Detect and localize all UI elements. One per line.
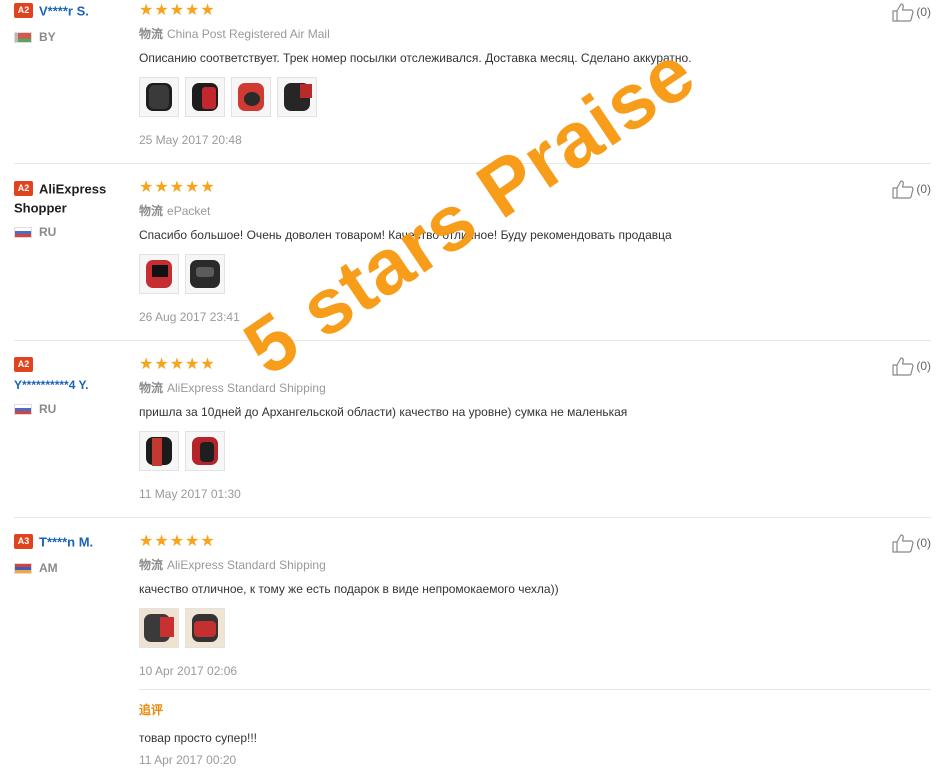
star-icon: ★ — [185, 356, 200, 373]
review-date: 10 Apr 2017 02:06 — [139, 664, 238, 678]
buyer-level-badge: A3 — [14, 534, 33, 550]
star-icon: ★ — [154, 533, 169, 550]
country-code: RU — [39, 225, 57, 239]
shipping-label: 物流 — [139, 27, 164, 41]
divider — [14, 163, 931, 164]
helpful-count: (0) — [916, 182, 931, 196]
star-icon: ★ — [200, 2, 215, 19]
shipping-label: 物流 — [139, 381, 164, 395]
star-icon: ★ — [200, 356, 215, 373]
star-rating: ★ ★ ★ ★ ★ — [139, 180, 215, 196]
review-text: Спасибо большое! Очень доволен товаром! … — [139, 228, 672, 242]
followup-label: 追评 — [139, 703, 164, 717]
star-rating: ★ ★ ★ ★ ★ — [139, 3, 215, 19]
buyer-country: BY — [14, 30, 56, 44]
shipping-method: ePacket — [167, 204, 211, 218]
review-date: 25 May 2017 20:48 — [139, 133, 242, 147]
star-icon: ★ — [169, 179, 185, 196]
helpful-count: (0) — [916, 359, 931, 373]
followup-date: 11 Apr 2017 00:20 — [139, 753, 237, 767]
review-photo[interactable] — [231, 77, 271, 117]
review-photo[interactable] — [139, 77, 179, 117]
thumbs-up-icon — [892, 533, 914, 553]
review-photo[interactable] — [277, 77, 317, 117]
shipping-info: 物流 China Post Registered Air Mail — [139, 25, 330, 42]
review-text: пришла за 10дней до Архангельской област… — [139, 405, 628, 419]
shipping-method: AliExpress Standard Shipping — [167, 558, 326, 572]
star-icon: ★ — [169, 2, 185, 19]
star-icon: ★ — [154, 2, 169, 19]
shipping-info: 物流 AliExpress Standard Shipping — [139, 379, 326, 396]
review-photo[interactable] — [185, 254, 225, 294]
thumbs-up-icon — [892, 356, 914, 376]
star-icon: ★ — [154, 356, 169, 373]
shipping-method: China Post Registered Air Mail — [167, 27, 330, 41]
star-icon: ★ — [154, 179, 169, 196]
review-photos — [139, 608, 225, 648]
star-icon: ★ — [185, 533, 200, 550]
star-icon: ★ — [200, 533, 215, 550]
review-photo[interactable] — [139, 608, 179, 648]
helpful-button[interactable]: (0) — [892, 356, 931, 376]
country-code: RU — [39, 402, 57, 416]
divider — [14, 340, 931, 341]
review-text: Описанию соответствует. Трек номер посыл… — [139, 51, 692, 65]
star-icon: ★ — [139, 356, 154, 373]
review-photos — [139, 431, 225, 471]
review-photo[interactable] — [185, 431, 225, 471]
helpful-count: (0) — [916, 536, 931, 550]
star-rating: ★ ★ ★ ★ ★ — [139, 534, 215, 550]
buyer-country: AM — [14, 561, 58, 575]
shipping-method: AliExpress Standard Shipping — [167, 381, 326, 395]
country-code: BY — [39, 30, 56, 44]
flag-icon — [14, 403, 32, 415]
star-icon: ★ — [185, 179, 200, 196]
divider — [14, 517, 931, 518]
followup-text: товар просто супер!!! — [139, 731, 258, 745]
thumbs-up-icon — [892, 2, 914, 22]
review-photos — [139, 254, 225, 294]
divider — [139, 689, 931, 690]
star-icon: ★ — [139, 533, 154, 550]
review-photo[interactable] — [185, 77, 225, 117]
buyer-country: RU — [14, 225, 56, 239]
shipping-label: 物流 — [139, 558, 164, 572]
helpful-button[interactable]: (0) — [892, 179, 931, 199]
helpful-count: (0) — [916, 5, 931, 19]
star-icon: ★ — [139, 2, 154, 19]
buyer-level-badge: A2 — [14, 181, 33, 197]
helpful-button[interactable]: (0) — [892, 2, 931, 22]
review-photo[interactable] — [185, 608, 225, 648]
star-icon: ★ — [139, 179, 154, 196]
flag-icon — [14, 562, 32, 574]
shipping-label: 物流 — [139, 204, 164, 218]
buyer-level-badge: A2 — [14, 3, 33, 19]
shipping-info: 物流 ePacket — [139, 202, 210, 219]
star-icon: ★ — [185, 2, 200, 19]
buyer-name[interactable]: V****r S. — [39, 3, 89, 18]
star-icon: ★ — [169, 533, 185, 550]
review-photos — [139, 77, 317, 117]
shipping-info: 物流 AliExpress Standard Shipping — [139, 556, 326, 573]
buyer-level-badge: A2 — [14, 357, 33, 373]
review-date: 26 Aug 2017 23:41 — [139, 310, 240, 324]
buyer-name[interactable]: Y**********4 Y. — [14, 378, 89, 392]
star-icon: ★ — [200, 179, 215, 196]
flag-icon — [14, 31, 32, 43]
review-photo[interactable] — [139, 431, 179, 471]
country-code: AM — [39, 561, 58, 575]
helpful-button[interactable]: (0) — [892, 533, 931, 553]
star-rating: ★ ★ ★ ★ ★ — [139, 357, 215, 373]
thumbs-up-icon — [892, 179, 914, 199]
buyer-name[interactable]: T****n M. — [39, 534, 93, 549]
star-icon: ★ — [169, 356, 185, 373]
review-photo[interactable] — [139, 254, 179, 294]
review-date: 11 May 2017 01:30 — [139, 487, 241, 501]
review-text: качество отличное, к тому же есть подаро… — [139, 582, 559, 596]
flag-icon — [14, 226, 32, 238]
buyer-country: RU — [14, 402, 56, 416]
